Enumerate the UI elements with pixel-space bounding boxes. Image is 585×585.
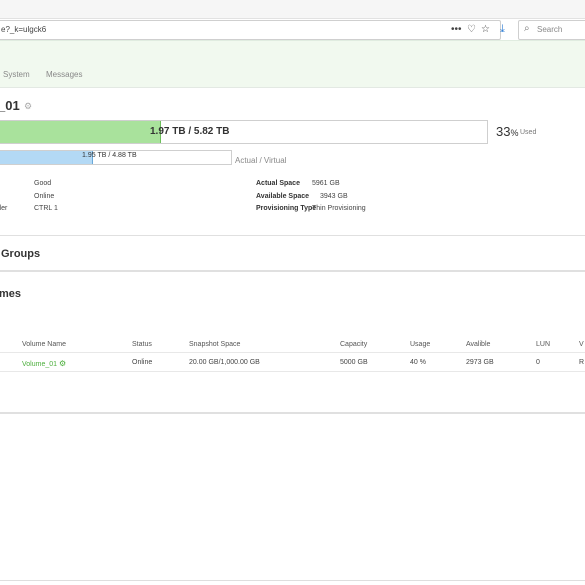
- volume-link[interactable]: Volume_01: [22, 361, 57, 368]
- volume-settings-icon[interactable]: ⚙: [59, 359, 66, 368]
- prop-actual-space-value: 5961 GB: [312, 180, 340, 187]
- groups-section-title: Groups: [1, 248, 41, 260]
- table-row-capacity: 5000 GB: [340, 359, 368, 366]
- volumes-section-title: mes: [0, 288, 22, 300]
- prop-status-value: Online: [34, 193, 55, 200]
- browser-top-strip: [0, 0, 585, 19]
- col-header-status[interactable]: Status: [132, 341, 152, 348]
- used-percent: 33%: [496, 124, 519, 139]
- pool-title: _01: [0, 98, 20, 113]
- download-icon[interactable]: ⤓: [500, 23, 505, 35]
- pocket-icon[interactable]: ♡: [467, 24, 476, 36]
- search-placeholder: Search: [537, 25, 563, 34]
- capacity-bar-fill: [0, 121, 162, 143]
- prop-controller-value: CTRL 1: [34, 205, 58, 212]
- nav-band: [0, 40, 585, 88]
- prop-available-space-value: 3943 GB: [320, 193, 348, 200]
- col-header-snapshot-space[interactable]: Snapshot Space: [189, 341, 240, 348]
- col-header-available[interactable]: Avalible: [466, 341, 490, 348]
- table-row-line: [0, 371, 585, 372]
- table-row-volume-name[interactable]: Volume_01 ⚙: [22, 359, 66, 368]
- section-divider: [0, 235, 585, 236]
- section-divider: [0, 412, 585, 414]
- capacity-text: 1.97 TB / 5.82 TB: [150, 126, 230, 137]
- virtual-text: 1.95 TB / 4.88 TB: [82, 152, 137, 159]
- prop-provisioning-type-value: Thin Provisioning: [312, 205, 366, 212]
- gear-icon[interactable]: ⚙: [24, 101, 32, 112]
- nav-item-system[interactable]: System: [3, 70, 30, 79]
- col-header-volume-name[interactable]: Volume Name: [22, 341, 66, 348]
- col-header-capacity[interactable]: Capacity: [340, 341, 367, 348]
- url-text: e?_k=ulgck6: [1, 25, 47, 34]
- prop-label-controller: ller: [0, 205, 8, 212]
- col-header-lun[interactable]: LUN: [536, 341, 550, 348]
- search-icon: ⌕: [524, 23, 530, 34]
- prop-label-provisioning-type: Provisioning Type: [256, 205, 317, 212]
- nav-item-messages[interactable]: Messages: [46, 70, 82, 79]
- prop-health-value: Good: [34, 180, 52, 187]
- prop-label-actual-space: Actual Space: [256, 180, 300, 187]
- table-header-line: [0, 352, 585, 353]
- capacity-bar: [0, 120, 488, 144]
- table-row-lun: 0: [536, 359, 540, 366]
- url-bar[interactable]: e?_k=ulgck6 ••• ♡ ☆: [0, 20, 501, 40]
- used-label: Used: [520, 129, 537, 136]
- col-header-usage[interactable]: Usage: [410, 341, 430, 348]
- col-header-v[interactable]: V: [579, 341, 584, 348]
- virtual-caption: Actual / Virtual: [235, 156, 287, 165]
- table-row-status: Online: [132, 359, 153, 366]
- section-divider: [0, 270, 585, 272]
- bookmark-star-icon[interactable]: ☆: [481, 24, 490, 36]
- virtual-bar-fill: [0, 151, 93, 164]
- table-row-v: R: [579, 359, 585, 366]
- search-input[interactable]: ⌕ Search: [518, 20, 585, 40]
- table-row-snapshot-space: 20.00 GB/1,000.00 GB: [189, 359, 260, 366]
- table-row-usage: 40 %: [410, 359, 426, 366]
- more-actions-icon[interactable]: •••: [451, 24, 462, 36]
- footer-line: [0, 580, 585, 581]
- prop-label-available-space: Available Space: [256, 193, 310, 200]
- table-row-available: 2973 GB: [466, 359, 494, 366]
